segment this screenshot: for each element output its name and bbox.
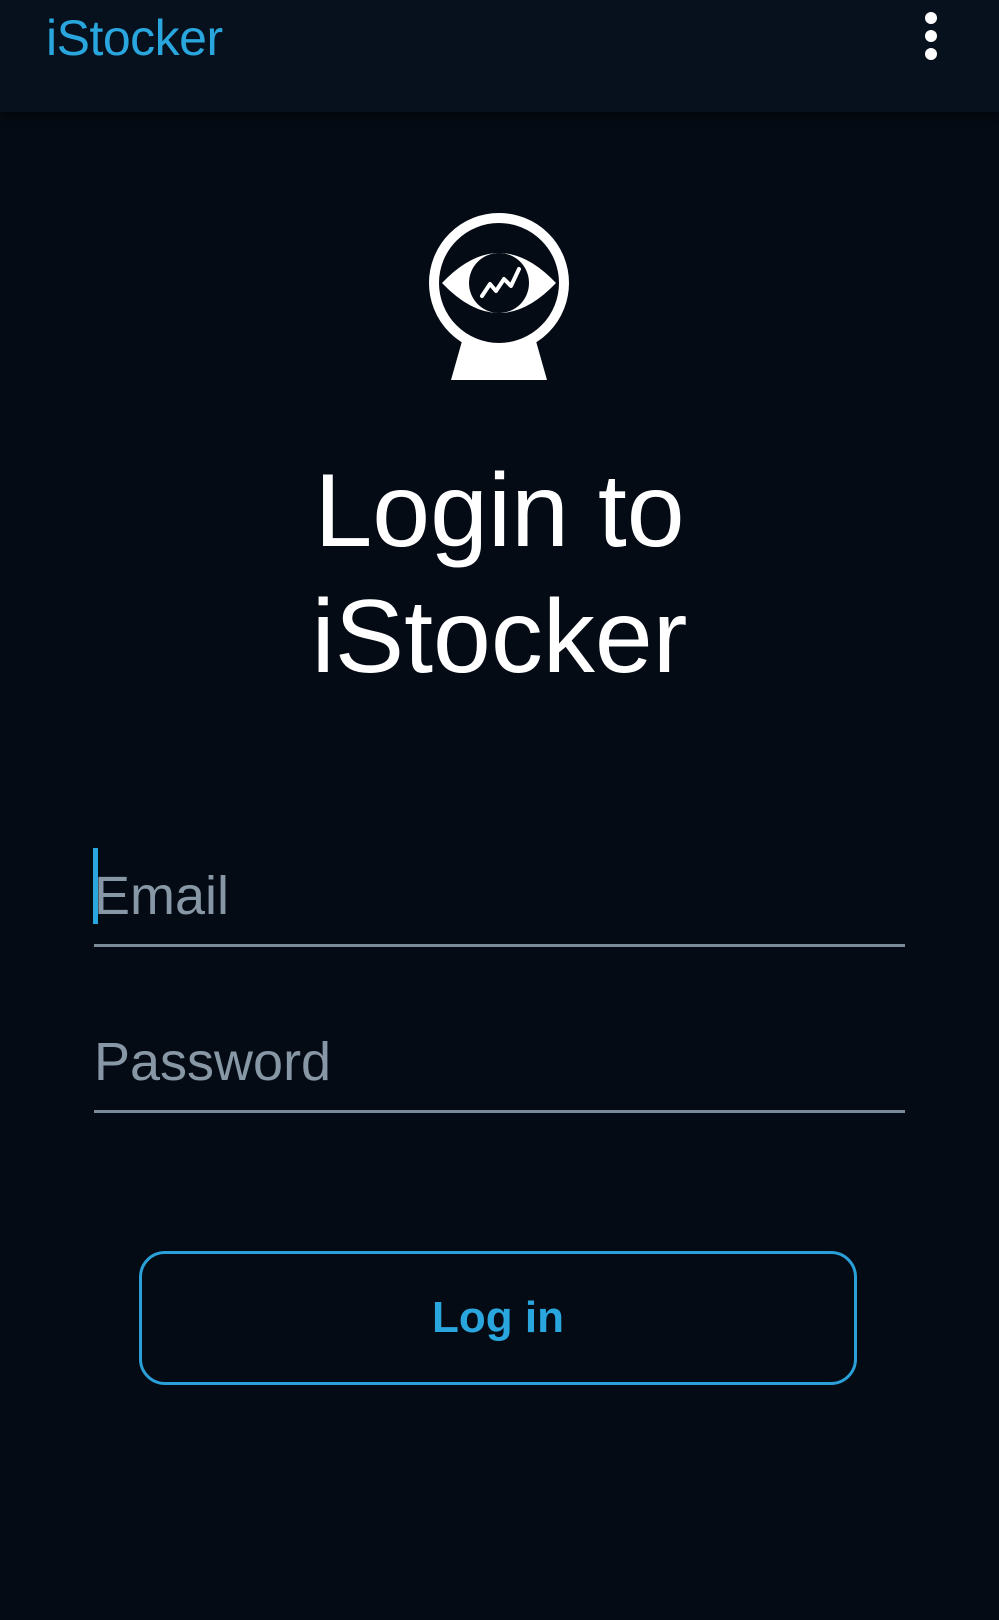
login-screen: iStocker Login to iStocker Log in	[0, 0, 999, 1620]
title-line-1: Login to	[314, 453, 685, 569]
app-title: iStocker	[46, 10, 223, 66]
email-input[interactable]	[94, 864, 905, 928]
login-button[interactable]: Log in	[139, 1251, 857, 1385]
menu-dot	[925, 30, 937, 42]
page-title: Login to iStocker	[0, 448, 999, 700]
menu-dot	[925, 48, 937, 60]
password-field[interactable]	[94, 1014, 905, 1113]
password-input[interactable]	[94, 1030, 905, 1094]
title-line-2: iStocker	[311, 579, 688, 695]
app-bar: iStocker	[0, 0, 999, 112]
more-vert-icon[interactable]	[913, 8, 949, 64]
email-field[interactable]	[93, 848, 905, 947]
menu-dot	[925, 12, 937, 24]
eye-stock-chart-icon	[428, 212, 570, 382]
